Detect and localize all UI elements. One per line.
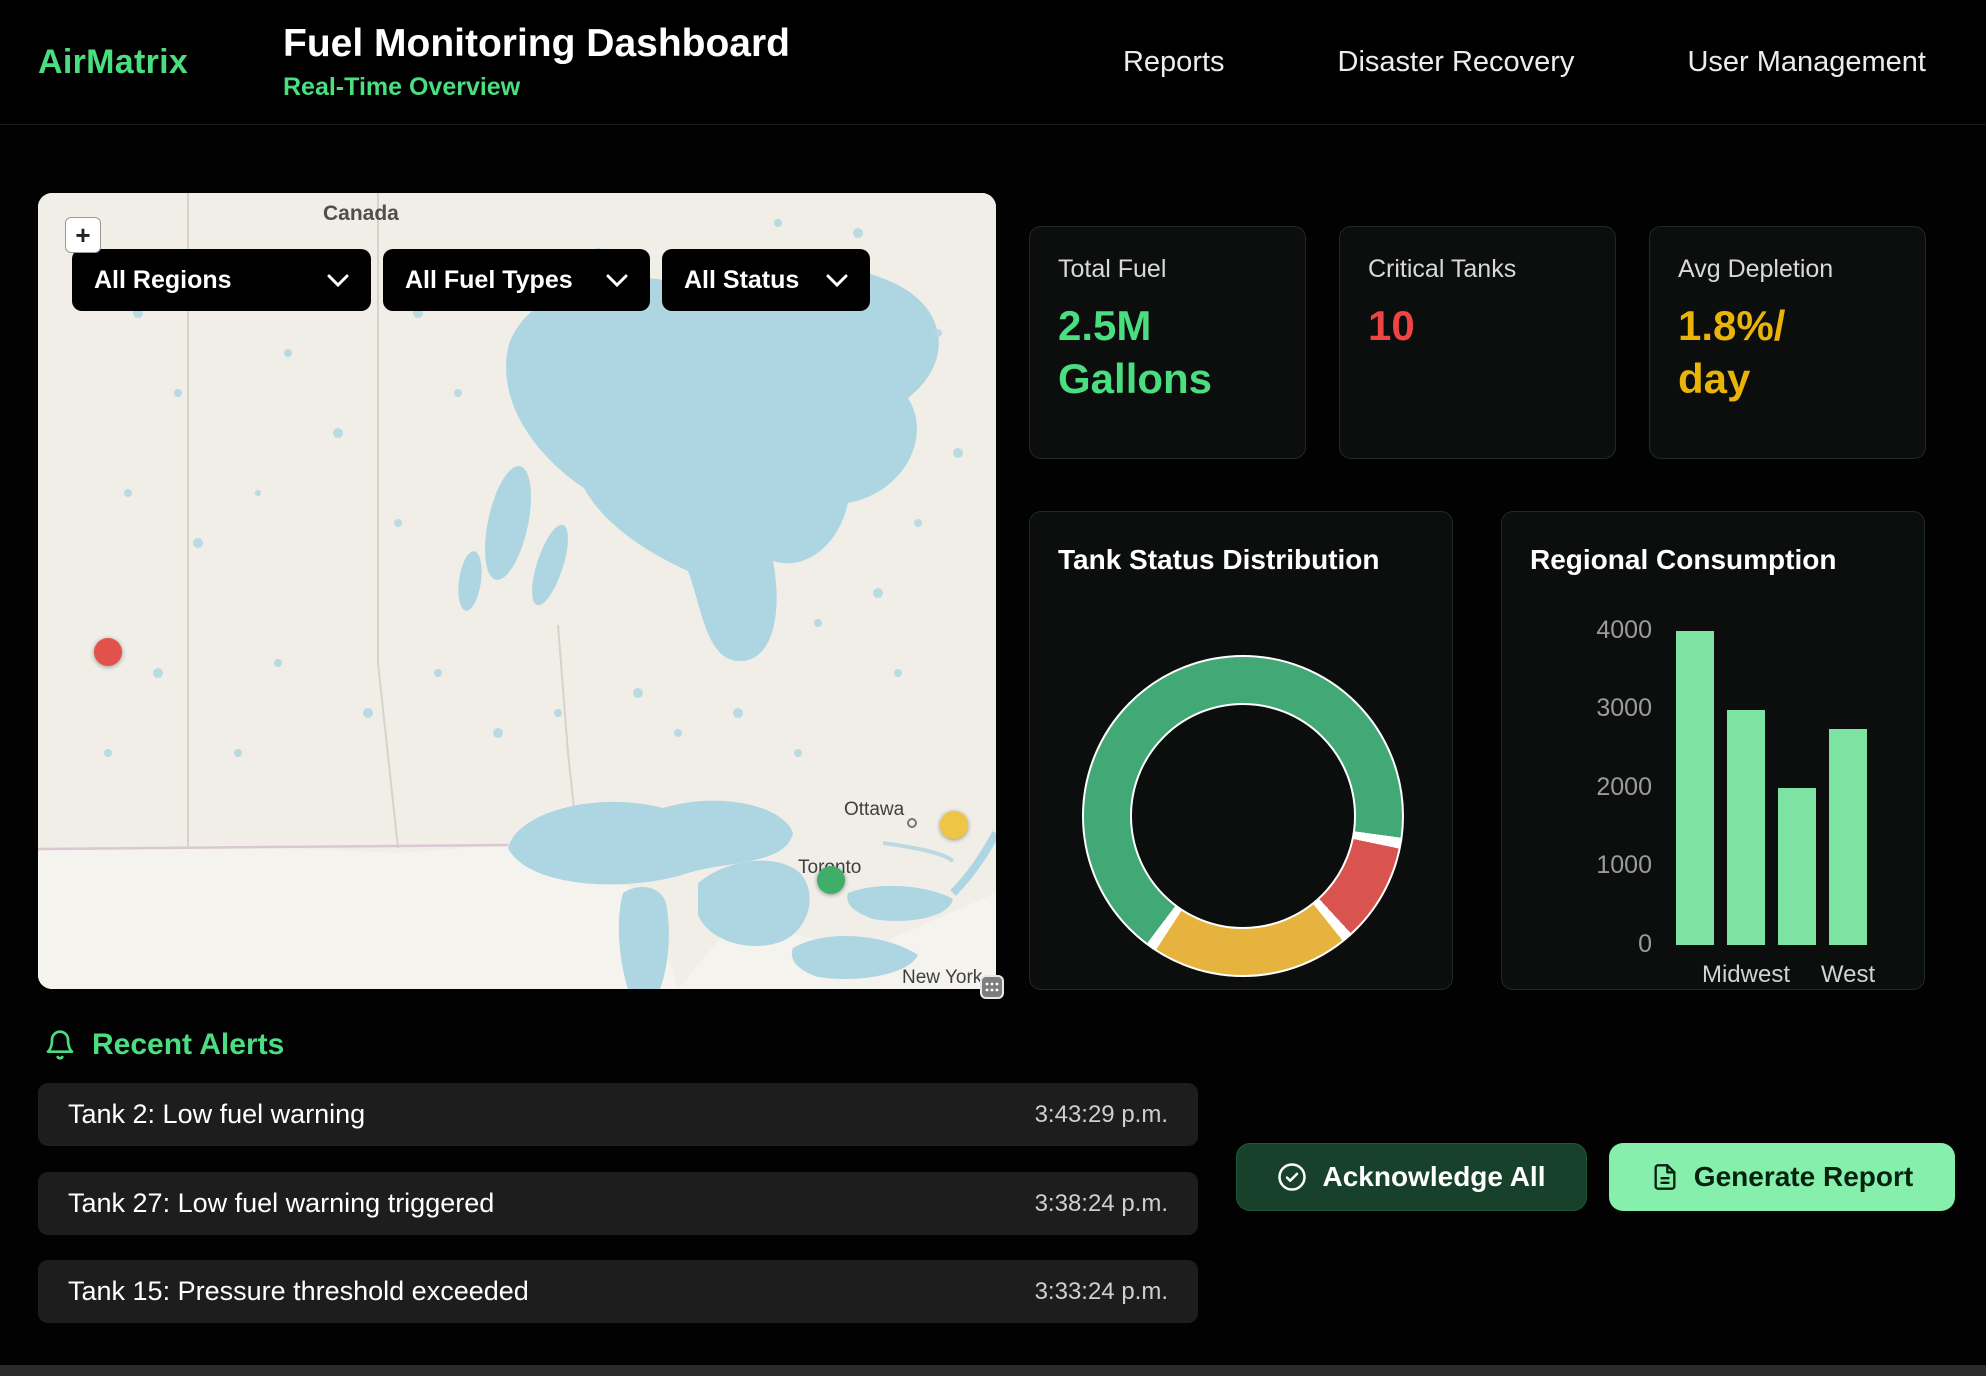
nav-user-management[interactable]: User Management [1687,46,1926,79]
avg-depletion-value: 1.8%/ day [1678,300,1843,405]
donut-hole [1130,703,1356,929]
label-canada: Canada [323,202,399,225]
avg-depletion-label: Avg Depletion [1678,255,1897,284]
fuel-types-filter-label: All Fuel Types [405,266,573,295]
chevron-down-icon [606,274,628,287]
consumption-bar [1829,729,1867,945]
page-title: Fuel Monitoring Dashboard [283,22,790,66]
fuel-types-filter-dropdown[interactable]: All Fuel Types [383,249,650,311]
y-axis-tick: 3000 [1522,694,1652,723]
y-axis-tick: 2000 [1522,773,1652,802]
status-filter-label: All Status [684,266,799,295]
generate-report-label: Generate Report [1694,1161,1913,1193]
bell-icon [44,1029,76,1061]
tank-marker-normal[interactable] [817,866,845,894]
label-ottawa: Ottawa [844,799,905,820]
fuel-monitoring-dashboard: AirMatrix Fuel Monitoring Dashboard Real… [0,0,1986,1376]
alert-message: Tank 2: Low fuel warning [68,1099,365,1130]
regional-consumption-title: Regional Consumption [1530,544,1896,576]
consumption-bar [1778,788,1816,945]
chevron-down-icon [327,274,349,287]
recent-alerts-header: Recent Alerts [44,1028,284,1062]
horizontal-scrollbar[interactable] [0,1365,1986,1376]
critical-tanks-label: Critical Tanks [1368,255,1587,284]
acknowledge-all-button[interactable]: Acknowledge All [1236,1143,1587,1211]
document-icon [1651,1163,1679,1191]
alert-timestamp: 3:38:24 p.m. [1035,1190,1168,1218]
nav-disaster-recovery[interactable]: Disaster Recovery [1338,46,1575,79]
regions-filter-dropdown[interactable]: All Regions [72,249,371,311]
consumption-bar [1727,710,1765,946]
tank-status-card: Tank Status Distribution [1029,511,1453,990]
regions-filter-label: All Regions [94,266,232,295]
y-axis-tick: 0 [1522,930,1652,959]
map-resize-handle[interactable] [980,975,1004,999]
x-axis-label [1778,961,1816,989]
consumption-bar [1676,631,1714,945]
map-panel: Canada Ottawa Toronto New York + All Reg… [38,193,996,989]
map-art: Canada Ottawa Toronto New York [38,193,996,989]
stat-cards: Total Fuel 2.5M Gallons Critical Tanks 1… [1029,226,1926,459]
alert-timestamp: 3:33:24 p.m. [1035,1278,1168,1306]
status-filter-dropdown[interactable]: All Status [662,249,870,311]
recent-alerts-title: Recent Alerts [92,1028,284,1062]
x-axis-labels: Midwest West [1676,961,1867,989]
app-logo: AirMatrix [38,43,283,82]
nav-reports[interactable]: Reports [1123,46,1225,79]
grip-dots-icon [985,982,999,992]
x-axis-label: West [1829,961,1867,989]
alert-message: Tank 27: Low fuel warning triggered [68,1188,494,1219]
header: AirMatrix Fuel Monitoring Dashboard Real… [0,0,1986,125]
acknowledge-all-label: Acknowledge All [1322,1161,1545,1193]
chevron-down-icon [826,274,848,287]
regional-consumption-card: Regional Consumption 4000 3000 2000 1000… [1501,511,1925,990]
critical-tanks-card: Critical Tanks 10 [1339,226,1616,459]
alert-row[interactable]: Tank 15: Pressure threshold exceeded 3:3… [38,1260,1198,1323]
map-canvas[interactable]: Canada Ottawa Toronto New York [38,193,996,989]
alert-row[interactable]: Tank 2: Low fuel warning 3:43:29 p.m. [38,1083,1198,1146]
map-zoom-in-button[interactable]: + [65,217,101,253]
tank-marker-warning[interactable] [940,811,968,839]
tank-status-donut [1082,655,1404,977]
title-block: Fuel Monitoring Dashboard Real-Time Over… [283,22,790,102]
alert-timestamp: 3:43:29 p.m. [1035,1101,1168,1129]
avg-depletion-card: Avg Depletion 1.8%/ day [1649,226,1926,459]
check-circle-icon [1277,1162,1307,1192]
main-nav: Reports Disaster Recovery User Managemen… [1123,46,1926,79]
map-filters: All Regions All Fuel Types All Status [72,249,870,311]
page-subtitle: Real-Time Overview [283,73,790,102]
critical-tanks-value: 10 [1368,300,1533,353]
total-fuel-value: 2.5M Gallons [1058,300,1223,405]
label-new-york: New York [902,967,983,988]
total-fuel-card: Total Fuel 2.5M Gallons [1029,226,1306,459]
tank-marker-critical[interactable] [94,638,122,666]
bar-plot-area [1676,631,1876,945]
tank-status-title: Tank Status Distribution [1058,544,1424,576]
generate-report-button[interactable]: Generate Report [1609,1143,1955,1211]
alert-row[interactable]: Tank 27: Low fuel warning triggered 3:38… [38,1172,1198,1235]
x-axis-label: Midwest [1727,961,1765,989]
alert-message: Tank 15: Pressure threshold exceeded [68,1276,529,1307]
y-axis-tick: 1000 [1522,851,1652,880]
total-fuel-label: Total Fuel [1058,255,1277,284]
y-axis-tick: 4000 [1522,616,1652,645]
